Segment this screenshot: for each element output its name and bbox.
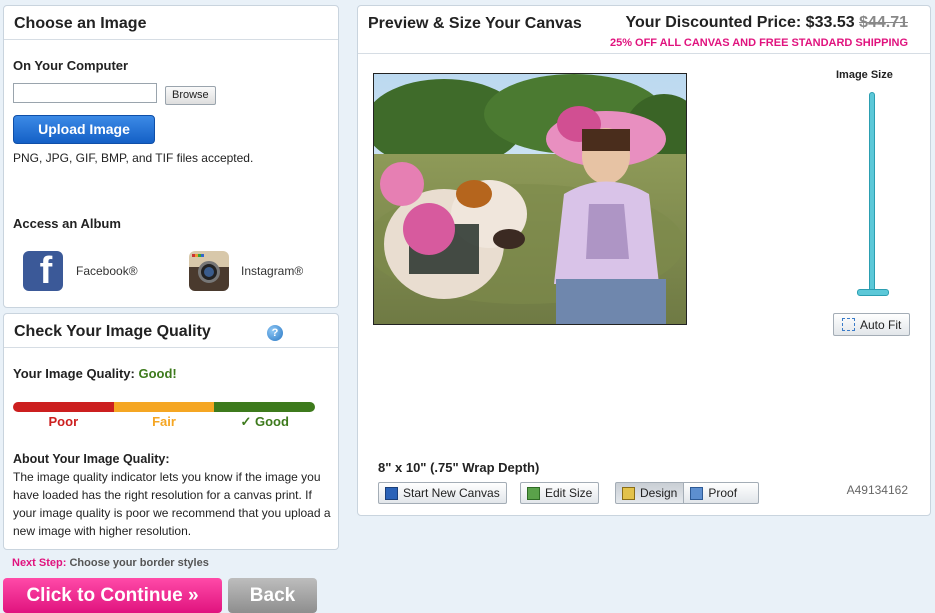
accepted-formats-text: PNG, JPG, GIF, BMP, and TIF files accept… [13, 151, 254, 165]
canvas-photo [374, 74, 686, 324]
on-your-computer-label: On Your Computer [13, 58, 129, 73]
instagram-album-link[interactable]: Instagram® [189, 251, 303, 291]
proof-tab-button[interactable]: Proof [684, 482, 760, 504]
original-price: $44.71 [859, 14, 908, 31]
image-quality-title: Check Your Image Quality [4, 314, 338, 348]
about-quality-title: About Your Image Quality: [13, 452, 170, 466]
about-quality-text: The image quality indicator lets you kno… [13, 470, 331, 538]
upload-image-button[interactable]: Upload Image [13, 115, 155, 144]
edit-size-label: Edit Size [545, 486, 593, 500]
quality-fair-bar [113, 402, 215, 412]
auto-fit-button[interactable]: Auto Fit [833, 313, 911, 336]
image-quality-status-label: Your Image Quality: [13, 366, 135, 381]
file-path-input[interactable] [13, 83, 157, 103]
next-step: Next Step: Choose your border styles [12, 557, 209, 569]
instagram-label: Instagram® [241, 264, 304, 278]
canvas-preview-image[interactable] [373, 73, 687, 325]
edit-size-button[interactable]: Edit Size [520, 482, 600, 504]
image-quality-panel: Check Your Image Quality ? Your Image Qu… [3, 313, 339, 550]
image-quality-status: Your Image Quality: Good! [13, 366, 177, 381]
price-label: Your Discounted Price: [625, 14, 802, 31]
facebook-album-link[interactable]: f Facebook® [23, 251, 138, 291]
quality-good-bar [214, 402, 315, 412]
promo-text: 25% OFF ALL CANVAS AND FREE STANDARD SHI… [609, 37, 908, 49]
help-icon[interactable]: ? [267, 325, 283, 341]
next-step-label: Next Step: [12, 557, 67, 569]
proof-label: Proof [708, 486, 738, 500]
price-line: Your Discounted Price: $33.53 $44.71 [625, 14, 908, 32]
auto-fit-icon [842, 318, 855, 331]
discounted-price: $33.53 [805, 14, 855, 31]
next-step-text: Choose your border styles [69, 557, 209, 569]
facebook-label: Facebook® [76, 264, 138, 278]
browse-button[interactable]: Browse [165, 86, 216, 105]
preview-title: Preview & Size Your Canvas [368, 15, 582, 32]
back-button[interactable]: Back [228, 578, 317, 613]
quality-poor-label: Poor [48, 414, 79, 429]
image-size-label: Image Size [836, 69, 893, 81]
item-code: A49134162 [846, 483, 908, 497]
design-tab-button[interactable]: Design [615, 482, 685, 504]
access-album-label: Access an Album [13, 216, 121, 231]
new-canvas-icon [385, 486, 398, 500]
quality-fair-label: Fair [152, 414, 176, 429]
preview-panel: Preview & Size Your Canvas Your Discount… [357, 5, 931, 516]
design-label: Design [640, 486, 678, 500]
image-size-slider[interactable] [869, 92, 875, 296]
start-new-canvas-button[interactable]: Start New Canvas [378, 482, 507, 504]
quality-poor-bar [13, 402, 114, 412]
image-size-slider-handle[interactable] [857, 289, 889, 296]
auto-fit-label: Auto Fit [860, 317, 902, 332]
design-icon [622, 486, 635, 500]
quality-meter [13, 402, 315, 412]
facebook-icon: f [23, 251, 63, 291]
quality-good-label: ✓ Good [240, 414, 289, 429]
canvas-size-text: 8" x 10" (.75" Wrap Depth) [378, 460, 540, 475]
proof-icon [690, 486, 704, 500]
start-new-canvas-label: Start New Canvas [403, 486, 500, 500]
choose-image-title: Choose an Image [4, 6, 338, 40]
quality-labels: Poor Fair ✓ Good [13, 414, 315, 430]
preview-divider [358, 53, 930, 54]
edit-size-icon [527, 486, 540, 500]
choose-image-panel: Choose an Image On Your Computer Browse … [3, 5, 339, 308]
image-quality-status-value: Good! [138, 366, 177, 381]
continue-button[interactable]: Click to Continue » [3, 578, 222, 613]
instagram-icon [189, 251, 229, 291]
view-toggle: Design Proof [615, 482, 760, 504]
